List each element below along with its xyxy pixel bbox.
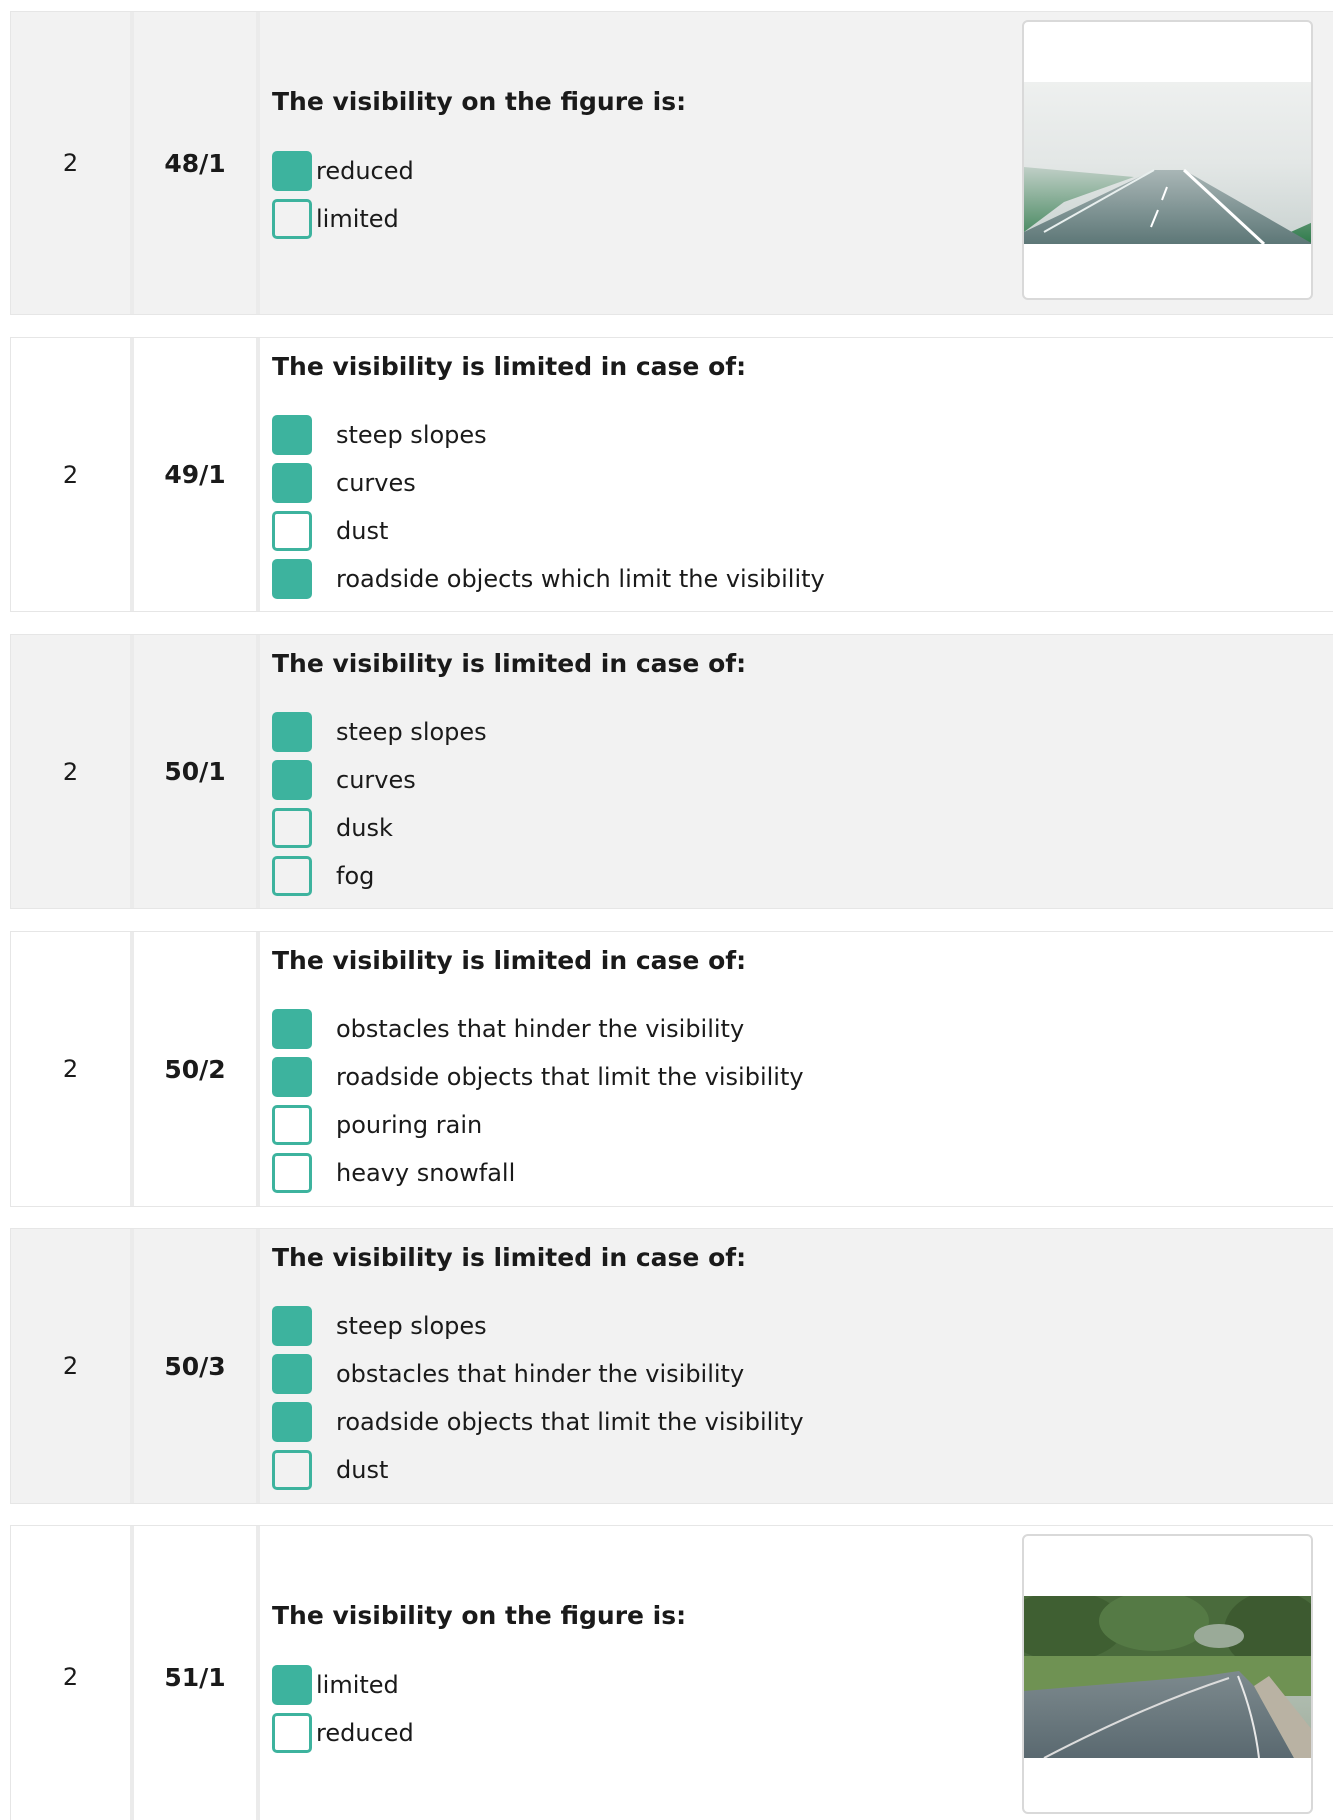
answer-label: fog bbox=[336, 862, 375, 890]
question-number: 50/3 bbox=[134, 1229, 260, 1503]
answer-option[interactable]: heavy snowfall bbox=[272, 1153, 515, 1193]
checkbox-checked-icon[interactable] bbox=[272, 1009, 312, 1049]
question-text: The visibility is limited in case of: bbox=[272, 352, 747, 381]
answer-label: steep slopes bbox=[336, 1312, 487, 1340]
answer-label: obstacles that hinder the visibility bbox=[336, 1360, 745, 1388]
points-cell: 2 bbox=[11, 1526, 134, 1820]
question-row: 2 50/3 The visibility is limited in case… bbox=[10, 1228, 1333, 1504]
question-number: 48/1 bbox=[134, 12, 260, 314]
answer-label: reduced bbox=[316, 1719, 414, 1747]
answer-label: limited bbox=[316, 1671, 399, 1699]
checkbox-unchecked-icon[interactable] bbox=[272, 1450, 312, 1490]
answer-label: dust bbox=[336, 1456, 389, 1484]
question-text: The visibility is limited in case of: bbox=[272, 1243, 747, 1272]
question-content: The visibility on the figure is: reduced… bbox=[260, 12, 1333, 314]
answer-option[interactable]: limited bbox=[272, 1665, 399, 1705]
question-text: The visibility is limited in case of: bbox=[272, 649, 747, 678]
answer-label: dusk bbox=[336, 814, 393, 842]
checkbox-checked-icon[interactable] bbox=[272, 415, 312, 455]
question-row: 2 50/1 The visibility is limited in case… bbox=[10, 634, 1333, 909]
checkbox-checked-icon[interactable] bbox=[272, 463, 312, 503]
question-row: 2 51/1 The visibility on the figure is: … bbox=[10, 1525, 1333, 1820]
question-row: 2 50/2 The visibility is limited in case… bbox=[10, 931, 1333, 1207]
answer-option[interactable]: curves bbox=[272, 760, 416, 800]
answer-option[interactable]: fog bbox=[272, 856, 374, 896]
points-cell: 2 bbox=[11, 1229, 134, 1503]
answer-label: roadside objects that limit the visibili… bbox=[336, 1408, 804, 1436]
answer-label: curves bbox=[336, 766, 416, 794]
answer-option[interactable]: limited bbox=[272, 199, 399, 239]
points-cell: 2 bbox=[11, 338, 134, 611]
checkbox-checked-icon[interactable] bbox=[272, 712, 312, 752]
answer-option[interactable]: steep slopes bbox=[272, 1306, 487, 1346]
checkbox-checked-icon[interactable] bbox=[272, 760, 312, 800]
checkbox-checked-icon[interactable] bbox=[272, 1402, 312, 1442]
checkbox-unchecked-icon[interactable] bbox=[272, 511, 312, 551]
answer-option[interactable]: roadside objects that limit the visibili… bbox=[272, 1402, 804, 1442]
answer-label: steep slopes bbox=[336, 718, 487, 746]
answer-label: limited bbox=[316, 205, 399, 233]
question-number: 51/1 bbox=[134, 1526, 260, 1820]
question-row: 2 48/1 The visibility on the figure is: … bbox=[10, 11, 1333, 315]
checkbox-checked-icon[interactable] bbox=[272, 1354, 312, 1394]
question-number: 49/1 bbox=[134, 338, 260, 611]
answer-option[interactable]: obstacles that hinder the visibility bbox=[272, 1354, 744, 1394]
question-content: The visibility is limited in case of: st… bbox=[260, 635, 1333, 908]
answer-label: curves bbox=[336, 469, 416, 497]
answer-label: steep slopes bbox=[336, 421, 487, 449]
answer-option[interactable]: steep slopes bbox=[272, 712, 487, 752]
answer-option[interactable]: roadside objects which limit the visibil… bbox=[272, 559, 825, 599]
answer-option[interactable]: dust bbox=[272, 1450, 388, 1490]
curved-road-photo bbox=[1024, 1596, 1311, 1758]
question-image bbox=[1022, 20, 1313, 300]
question-text: The visibility is limited in case of: bbox=[272, 946, 747, 975]
checkbox-unchecked-icon[interactable] bbox=[272, 1105, 312, 1145]
answer-option[interactable]: roadside objects that limit the visibili… bbox=[272, 1057, 804, 1097]
checkbox-checked-icon[interactable] bbox=[272, 151, 312, 191]
checkbox-checked-icon[interactable] bbox=[272, 1306, 312, 1346]
question-image bbox=[1022, 1534, 1313, 1814]
answer-label: roadside objects that limit the visibili… bbox=[336, 1063, 804, 1091]
answer-label: heavy snowfall bbox=[336, 1159, 516, 1187]
checkbox-checked-icon[interactable] bbox=[272, 559, 312, 599]
question-content: The visibility is limited in case of: st… bbox=[260, 1229, 1333, 1503]
answer-label: pouring rain bbox=[336, 1111, 483, 1139]
question-content: The visibility on the figure is: limited… bbox=[260, 1526, 1333, 1820]
answer-option[interactable]: reduced bbox=[272, 151, 414, 191]
checkbox-checked-icon[interactable] bbox=[272, 1057, 312, 1097]
answer-option[interactable]: obstacles that hinder the visibility bbox=[272, 1009, 744, 1049]
question-row: 2 49/1 The visibility is limited in case… bbox=[10, 337, 1333, 612]
checkbox-unchecked-icon[interactable] bbox=[272, 1713, 312, 1753]
question-text: The visibility on the figure is: bbox=[272, 1601, 687, 1630]
question-content: The visibility is limited in case of: ob… bbox=[260, 932, 1333, 1206]
answer-label: dust bbox=[336, 517, 389, 545]
checkbox-unchecked-icon[interactable] bbox=[272, 1153, 312, 1193]
answer-option[interactable]: pouring rain bbox=[272, 1105, 482, 1145]
question-number: 50/1 bbox=[134, 635, 260, 908]
points-cell: 2 bbox=[11, 932, 134, 1206]
answer-option[interactable]: steep slopes bbox=[272, 415, 487, 455]
checkbox-unchecked-icon[interactable] bbox=[272, 856, 312, 896]
checkbox-unchecked-icon[interactable] bbox=[272, 199, 312, 239]
points-cell: 2 bbox=[11, 12, 134, 314]
question-number: 50/2 bbox=[134, 932, 260, 1206]
answer-label: roadside objects which limit the visibil… bbox=[336, 565, 825, 593]
checkbox-unchecked-icon[interactable] bbox=[272, 808, 312, 848]
question-text: The visibility on the figure is: bbox=[272, 87, 687, 116]
points-cell: 2 bbox=[11, 635, 134, 908]
answer-label: obstacles that hinder the visibility bbox=[336, 1015, 745, 1043]
foggy-road-photo bbox=[1024, 82, 1311, 244]
answer-option[interactable]: dust bbox=[272, 511, 388, 551]
question-content: The visibility is limited in case of: st… bbox=[260, 338, 1333, 611]
answer-option[interactable]: reduced bbox=[272, 1713, 414, 1753]
answer-option[interactable]: curves bbox=[272, 463, 416, 503]
answer-option[interactable]: dusk bbox=[272, 808, 393, 848]
answer-label: reduced bbox=[316, 157, 414, 185]
checkbox-checked-icon[interactable] bbox=[272, 1665, 312, 1705]
